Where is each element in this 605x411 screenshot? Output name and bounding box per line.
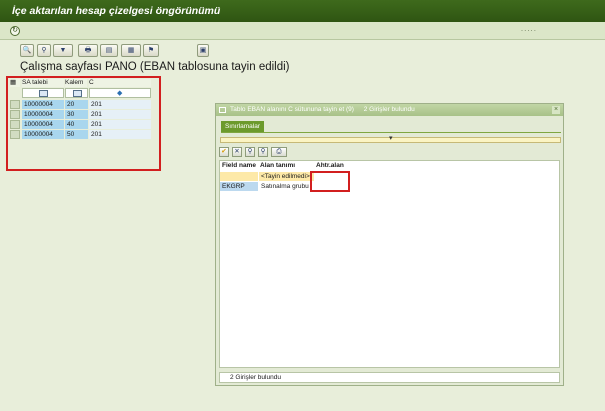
- dialog-titlebar: Tablo EBAN alanını C sütununa tayin et (…: [216, 104, 563, 116]
- report-title: Çalışma sayfası PANO (EBAN tablosuna tay…: [20, 61, 290, 73]
- find-button[interactable]: ⚲: [37, 44, 51, 57]
- tab-divider: [221, 132, 561, 133]
- table-cell: [220, 172, 258, 181]
- dialog-icon: [219, 107, 226, 113]
- window-title: İçe aktarılan hesap çizelgesi öngörünümü: [0, 0, 605, 22]
- dialog-status-bar: 2 Girişler bulundu: [219, 372, 560, 383]
- cancel-icon[interactable]: ✕: [232, 147, 242, 157]
- find-next-icon[interactable]: ⚲: [258, 147, 268, 157]
- toolbar-resize-handle[interactable]: .....: [521, 24, 537, 33]
- details-button[interactable]: 🔍: [20, 44, 34, 57]
- check-icon[interactable]: ✔: [219, 147, 229, 157]
- highlight-box-ahtr-alan: [310, 171, 350, 192]
- export-button[interactable]: ▤: [100, 44, 118, 57]
- filter-icon: ▼: [59, 47, 67, 54]
- table-row[interactable]: <Tayin edilmedi>: [220, 172, 559, 181]
- print-button[interactable]: 🖶: [78, 44, 98, 57]
- print-icon[interactable]: ⎙: [271, 147, 287, 157]
- dialog-toolbar: ✔ ✕ ⚲ ⚲ ⎙: [219, 147, 339, 158]
- binoculars-icon: ⚲: [41, 47, 47, 54]
- table-cell: <Tayin edilmedi>: [259, 172, 314, 181]
- find-icon[interactable]: ⚲: [245, 147, 255, 157]
- filter-button[interactable]: ▼: [53, 44, 73, 57]
- execute-icon[interactable]: ↻: [10, 26, 20, 36]
- table-cell: EKGRP: [220, 182, 258, 191]
- layout-button[interactable]: ▦: [121, 44, 141, 57]
- printer-icon: 🖶: [84, 47, 92, 54]
- alv-toolbar: 🔍 ⚲ ▼ 🖶 ▤ ▦ ⚑ ▣: [20, 44, 220, 58]
- table-row[interactable]: EKGRP Satınalma grubu: [220, 182, 559, 191]
- export-icon: ▤: [105, 47, 113, 54]
- table-cell: Satınalma grubu: [261, 183, 309, 190]
- dialog-title: Tablo EBAN alanını C sütununa tayin et (…: [230, 106, 354, 113]
- column-header-ahtr-alan[interactable]: Ahtr.alan: [316, 161, 356, 170]
- application-toolbar: ↻ .....: [0, 22, 605, 40]
- magnifier-icon: 🔍: [22, 47, 32, 54]
- assign-field-dialog: Tablo EBAN alanını C sütununa tayin et (…: [215, 103, 564, 386]
- flag-icon: ⚑: [147, 47, 155, 54]
- flag-button[interactable]: ⚑: [143, 44, 159, 57]
- dialog-title-count: 2 Girişler bulundu: [363, 106, 415, 113]
- expand-icon[interactable]: ▾: [389, 134, 393, 142]
- field-list-grid: Field name Alan tanımı Ahtr.alan <Tayin …: [219, 160, 560, 368]
- column-header-alan-tanimi[interactable]: Alan tanımı: [260, 161, 315, 170]
- highlight-box-main-grid: [6, 76, 161, 171]
- column-header-field-name[interactable]: Field name: [222, 161, 260, 170]
- layout-icon: ▦: [127, 47, 135, 54]
- list-icon: ▣: [199, 47, 207, 54]
- info-button[interactable]: ▣: [197, 44, 209, 57]
- tab-restrictions[interactable]: Sınırlamalar: [221, 121, 264, 132]
- restrictions-collapsed-area[interactable]: ▾: [220, 134, 561, 143]
- close-icon[interactable]: ×: [552, 106, 560, 114]
